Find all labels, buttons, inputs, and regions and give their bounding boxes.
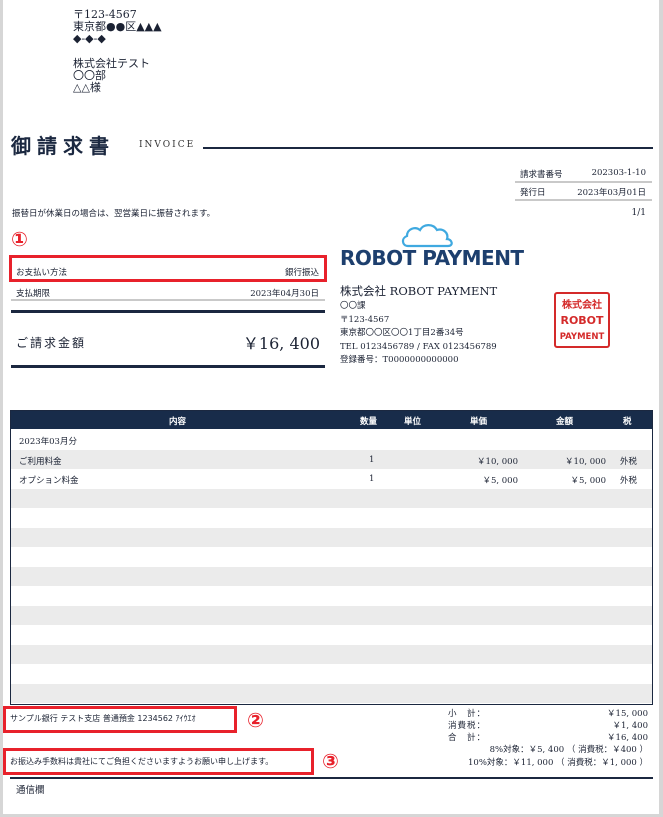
items-table: 内容 数量 単位 単価 金額 税 2023年03月分 ご利用料金 1 ￥10, 000…	[10, 410, 653, 705]
callout-box-2	[3, 706, 237, 733]
subtotal-value: ￥15, 000	[607, 709, 648, 719]
header-tax: 税	[623, 417, 632, 427]
recipient-person: △△様	[73, 81, 101, 94]
issuer-block: 株式会社 ROBOT PAYMENT 〇〇課 〒123-4567 東京都〇〇区〇…	[340, 284, 497, 368]
table-row	[11, 644, 652, 664]
payment-method-label: お支払い方法	[16, 268, 68, 278]
table-row	[11, 683, 652, 703]
grand-total-value: ￥16, 400	[607, 733, 648, 743]
grand-total-label: 合 計：	[448, 733, 487, 743]
tax-value: ￥1, 400	[612, 721, 648, 731]
logo-text: ROBOT PAYMENT	[340, 246, 524, 270]
items-table-header: 内容 数量 単位 単価 金額 税	[11, 411, 652, 429]
payment-due-row: 支払期限 2023年04月30日	[11, 281, 325, 301]
payment-method-row: お支払い方法 銀行振込	[11, 260, 325, 280]
table-row	[11, 625, 652, 645]
table-row: ご利用料金 1 ￥10, 000 ￥10, 000 外税	[11, 449, 652, 469]
payment-due-label: 支払期限	[16, 289, 51, 299]
table-row	[11, 488, 652, 508]
communication-label: 通信欄	[16, 785, 45, 796]
invoice-number-label: 請求書番号	[520, 170, 563, 180]
page-number: 1/1	[631, 208, 646, 218]
header-amount: 金額	[556, 417, 574, 427]
svg-text:株式会社: 株式会社	[562, 298, 602, 311]
issuer-tel-fax: TEL 0123456789 / FAX 0123456789	[340, 341, 497, 352]
table-row	[11, 508, 652, 528]
cell-quantity: 1	[369, 474, 375, 484]
page-edge-left	[0, 0, 3, 817]
cell-amount: ￥5, 000	[570, 476, 606, 486]
payment-method-value: 銀行振込	[284, 268, 319, 278]
total-amount-value: ￥16, 400	[242, 334, 320, 353]
issue-date-row: 発行日 2023年03月01日	[515, 181, 652, 201]
cell-description: 2023年03月分	[19, 437, 77, 447]
callout-marker-2: ②	[247, 708, 264, 732]
sender-address-line2: ◆-◆-◆	[73, 32, 106, 45]
invoice-number-value: 202303-1-10	[591, 168, 646, 178]
header-description: 内容	[169, 417, 187, 427]
cell-unit-price: ￥10, 000	[477, 456, 518, 467]
company-logo: ROBOT PAYMENT	[340, 222, 524, 270]
callout-marker-1: ①	[11, 227, 28, 251]
svg-text:PAYMENT: PAYMENT	[560, 332, 605, 342]
title-divider	[203, 147, 653, 149]
seal-graphic: 株式会社 ROBOT PAYMENT	[560, 298, 605, 342]
total-amount-label: ご請求金額	[16, 336, 87, 350]
total-bottom-rule	[11, 365, 325, 368]
issuer-registration: 登録番号：T0000000000000	[340, 355, 459, 365]
table-row	[11, 664, 652, 684]
header-unit: 単位	[404, 417, 422, 427]
table-row	[11, 527, 652, 547]
sender-address: 〒123-4567 東京都●●区▲▲▲ ◆-◆-◆	[73, 9, 162, 45]
page-edge-right	[659, 0, 663, 817]
callout-marker-3: ③	[322, 749, 339, 773]
callout-box-3	[3, 748, 314, 775]
company-seal: 株式会社 ROBOT PAYMENT	[554, 292, 610, 348]
table-row: オプション料金 1 ￥5, 000 ￥5, 000 外税	[11, 469, 652, 489]
cell-description: ご利用料金	[19, 456, 62, 467]
payment-due-value: 2023年04月30日	[250, 289, 319, 299]
invoice-number-row: 請求書番号 202303-1-10	[515, 163, 652, 183]
cell-amount: ￥10, 000	[565, 456, 606, 467]
issue-date-label: 発行日	[520, 188, 546, 198]
table-row	[11, 586, 652, 606]
header-unit-price: 単価	[470, 417, 488, 427]
recipient-block: 株式会社テスト 〇〇部 △△様	[73, 58, 150, 94]
cell-tax: 外税	[620, 456, 638, 467]
cell-quantity: 1	[369, 454, 375, 465]
issuer-address: 東京都〇〇区〇〇1丁目2番34号	[340, 328, 464, 338]
table-row	[11, 605, 652, 625]
issuer-name: 株式会社 ROBOT PAYMENT	[340, 284, 498, 298]
issuer-postal: 〒123-4567	[340, 314, 390, 325]
transfer-notice: 振替日が休業日の場合は、翌営業日に振替されます。	[12, 209, 216, 219]
invoice-page: 〒123-4567 東京都●●区▲▲▲ ◆-◆-◆ 株式会社テスト 〇〇部 △△…	[0, 0, 663, 817]
total-top-rule	[11, 310, 325, 313]
cell-tax: 外税	[620, 476, 638, 486]
page-title: 御請求書	[11, 134, 115, 158]
invoice-subtitle: INVOICE	[139, 140, 196, 150]
subtotal-label: 小 計：	[448, 709, 487, 719]
table-row: 2023年03月分	[11, 430, 652, 450]
meta-divider	[515, 199, 652, 201]
tax-8-percent-line: 8%対象：￥5, 400 （ 消費税：￥400 ）	[489, 745, 648, 755]
cloud-icon	[401, 224, 453, 248]
issue-date-value: 2023年03月01日	[577, 188, 646, 198]
header-quantity: 数量	[360, 417, 378, 427]
cell-unit-price: ￥5, 000	[482, 476, 518, 486]
payment-divider	[11, 299, 325, 301]
svg-text:ROBOT: ROBOT	[560, 314, 604, 327]
issuer-department: 〇〇課	[340, 301, 366, 311]
table-row	[11, 547, 652, 567]
tax-label: 消費税：	[448, 721, 487, 731]
table-row	[11, 566, 652, 586]
cell-description: オプション料金	[19, 476, 79, 486]
tax-10-percent-line: 10%対象：￥11, 000 （ 消費税：￥1, 000 ）	[468, 758, 648, 768]
communication-divider	[10, 777, 653, 779]
